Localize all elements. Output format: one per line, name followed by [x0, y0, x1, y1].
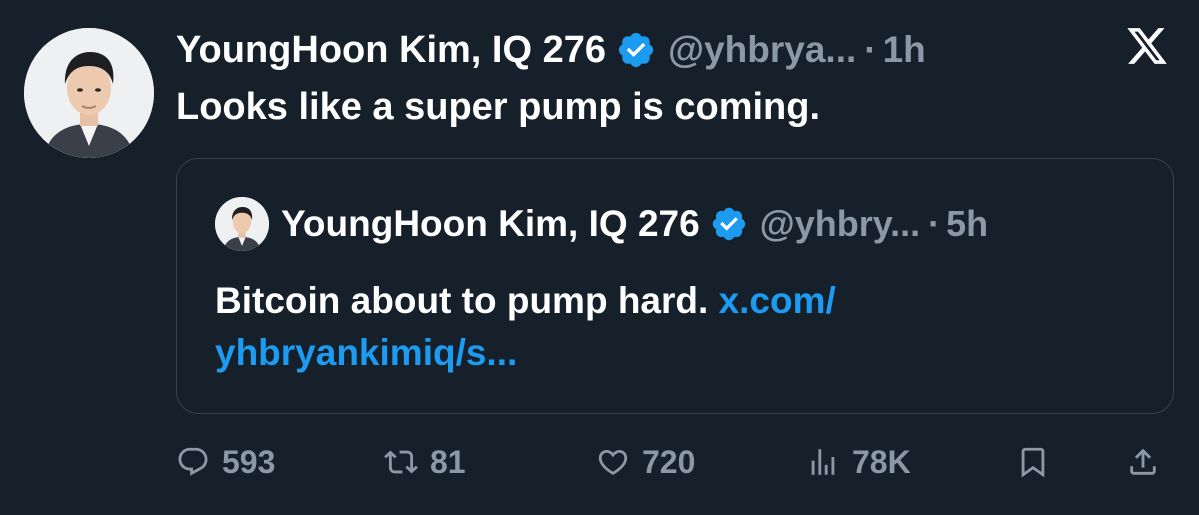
views-button[interactable]: 78K	[806, 436, 911, 488]
x-logo-icon	[1125, 24, 1169, 68]
action-bar: 593 81 720 78K	[176, 436, 1174, 488]
verified-badge-icon	[710, 205, 748, 243]
bookmark-button[interactable]	[1016, 436, 1050, 488]
tweet-card: YoungHoon Kim, IQ 276 @yhbrya... · 1h Lo…	[0, 0, 1199, 515]
quoted-post[interactable]: YoungHoon Kim, IQ 276 @yhbry... · 5h Bit…	[176, 158, 1174, 414]
quoted-post-time[interactable]: 5h	[946, 203, 988, 245]
verified-badge-icon	[616, 30, 656, 70]
reply-button[interactable]: 593	[176, 436, 275, 488]
author-name[interactable]: YoungHoon Kim, IQ 276	[176, 29, 606, 72]
separator-dot: ·	[928, 203, 941, 244]
quoted-author-name[interactable]: YoungHoon Kim, IQ 276	[281, 203, 700, 245]
views-count: 78K	[852, 443, 911, 480]
repost-button[interactable]: 81	[384, 436, 466, 488]
quoted-avatar-photo	[215, 197, 269, 251]
author-handle[interactable]: @yhbrya...	[668, 29, 856, 71]
reply-icon	[178, 447, 208, 476]
separator-dot: ·	[864, 29, 877, 70]
quoted-header: YoungHoon Kim, IQ 276 @yhbry... · 5h	[281, 199, 988, 249]
quoted-post-text: Bitcoin about to pump hard. x.com/ yhbry…	[215, 275, 1115, 379]
share-icon	[1130, 448, 1156, 475]
heart-icon	[598, 449, 628, 475]
avatar-photo	[24, 28, 154, 158]
repost-icon	[384, 450, 418, 474]
post-time[interactable]: 1h	[883, 29, 926, 71]
quoted-avatar[interactable]	[215, 197, 269, 251]
avatar[interactable]	[24, 28, 154, 158]
post-header: YoungHoon Kim, IQ 276 @yhbrya... · 1h	[176, 24, 926, 76]
share-button[interactable]	[1126, 436, 1160, 488]
repost-count: 81	[430, 443, 466, 480]
reply-count: 593	[222, 443, 276, 480]
quoted-author-handle[interactable]: @yhbry...	[760, 203, 920, 245]
quoted-post-body: Bitcoin about to pump hard.	[215, 280, 719, 321]
like-button[interactable]: 720	[596, 436, 695, 488]
like-count: 720	[642, 443, 696, 480]
post-text: Looks like a super pump is coming.	[176, 86, 821, 128]
views-icon	[811, 449, 835, 475]
bookmark-icon	[1021, 447, 1045, 478]
